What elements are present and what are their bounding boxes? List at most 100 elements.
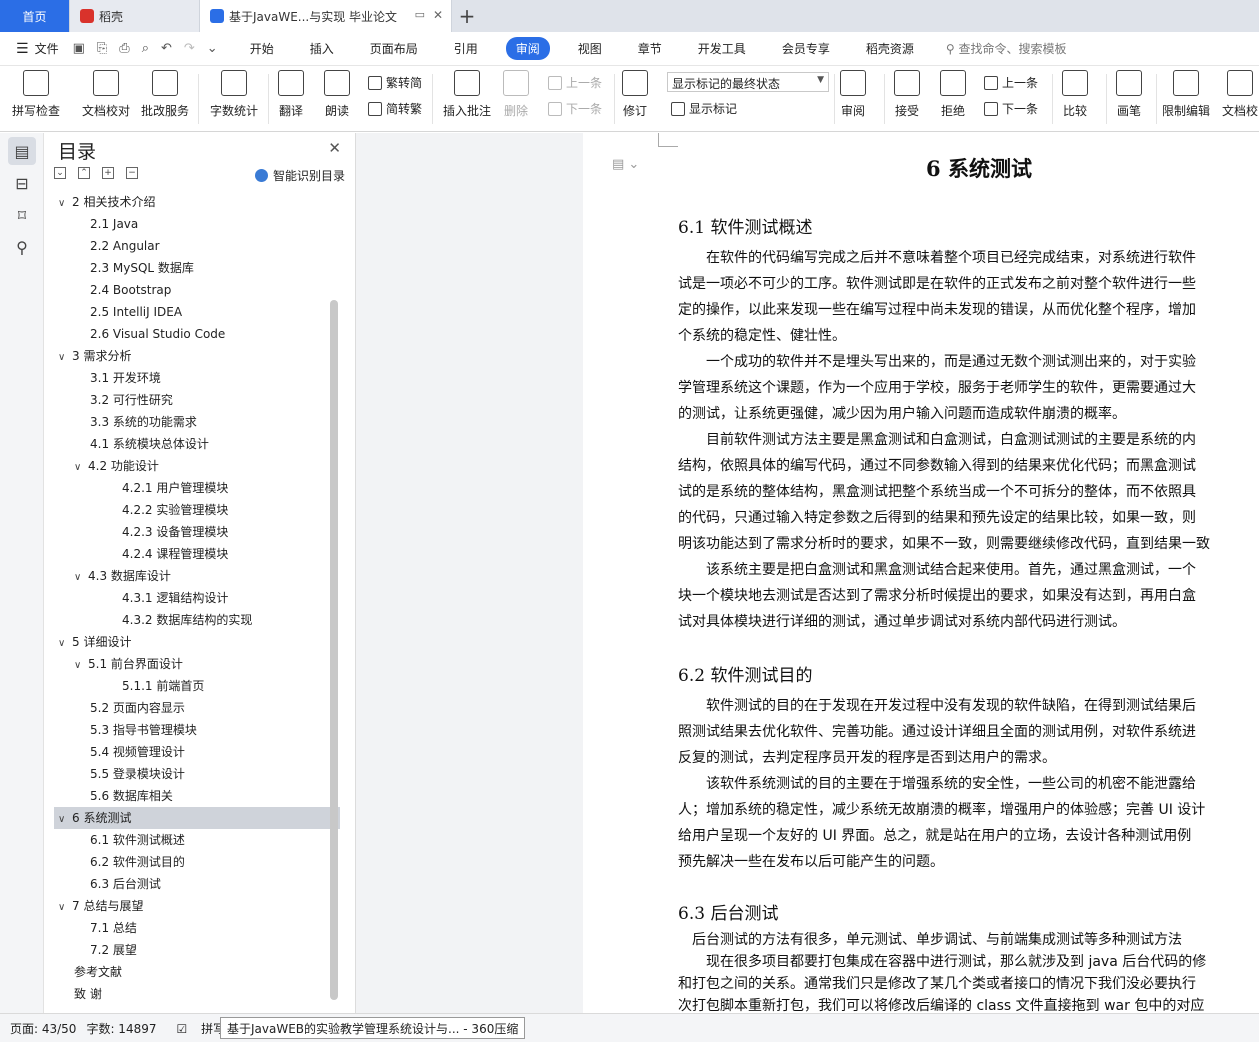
next-change-button[interactable]: 下一条 — [984, 100, 1038, 117]
toc-item[interactable]: 5.2 页面内容显示 — [54, 697, 340, 719]
toc-item[interactable]: 5.4 视频管理设计 — [54, 741, 340, 763]
toc-item[interactable]: 7.2 展望 — [54, 939, 340, 961]
chevron-down-icon[interactable]: ∨ — [74, 655, 88, 677]
menu-item[interactable]: 引用 — [436, 40, 496, 57]
undo-icon[interactable]: ↶ — [155, 41, 178, 56]
toc-item[interactable]: 5.6 数据库相关 — [54, 785, 340, 807]
toc-item[interactable]: 2.1 Java — [54, 213, 340, 235]
track-changes-button[interactable]: 修订 — [622, 70, 648, 119]
tab-daoke[interactable]: 稻壳 — [70, 0, 200, 32]
word-count-indicator[interactable]: 字数: 14897 — [86, 1020, 156, 1037]
toc-item[interactable]: 3.2 可行性研究 — [54, 389, 340, 411]
translate-button[interactable]: 翻译 — [278, 70, 304, 119]
toc-item[interactable]: ∨ 5 详细设计 — [54, 631, 340, 653]
toc-item[interactable]: 2.6 Visual Studio Code — [54, 323, 340, 345]
accept-button[interactable]: 接受 — [894, 70, 920, 119]
find-icon[interactable]: ⚲ — [8, 233, 36, 261]
menu-item[interactable]: 插入 — [292, 40, 352, 57]
toc-item[interactable]: 4.2.2 实验管理模块 — [54, 499, 340, 521]
export-icon[interactable]: ⎘ — [91, 41, 113, 56]
toc-item[interactable]: 致 谢 — [54, 983, 340, 1005]
toc-item[interactable]: 4.3.1 逻辑结构设计 — [54, 587, 340, 609]
chevron-down-icon[interactable]: ∨ — [58, 193, 72, 215]
show-marks-button[interactable]: 显示标记 — [671, 100, 737, 117]
toc-item[interactable]: ∨ 4.2 功能设计 — [54, 455, 340, 477]
remove-heading-icon[interactable]: − — [126, 167, 138, 179]
simp-to-trad-button[interactable]: 简转繁 — [368, 100, 422, 117]
toc-item[interactable]: ∨ 5.1 前台界面设计 — [54, 653, 340, 675]
menu-item[interactable]: 稻壳资源 — [848, 40, 932, 57]
toc-item[interactable]: 3.1 开发环境 — [54, 367, 340, 389]
menu-item[interactable]: 章节 — [620, 40, 680, 57]
toc-item[interactable]: 6.2 软件测试目的 — [54, 851, 340, 873]
toc-item[interactable]: ∨ 6 系统测试 — [54, 807, 340, 829]
redo-icon[interactable]: ↷ — [178, 41, 201, 56]
chevron-down-icon[interactable]: ∨ — [74, 567, 88, 589]
toc-item[interactable]: 5.5 登录模块设计 — [54, 763, 340, 785]
print-icon[interactable]: ⎙ — [113, 41, 135, 56]
toc-item[interactable]: 2.2 Angular — [54, 235, 340, 257]
next-comment-button[interactable]: 下一条 — [548, 100, 602, 117]
preview-icon[interactable]: ⌕ — [136, 41, 155, 56]
pen-button[interactable]: 画笔 — [1116, 70, 1142, 119]
compare-button[interactable]: 比较 — [1062, 70, 1088, 119]
toc-item[interactable]: 2.3 MySQL 数据库 — [54, 257, 340, 279]
toc-item[interactable]: ∨ 3 需求分析 — [54, 345, 340, 367]
chapter-nav-icon[interactable]: ⊟ — [8, 169, 36, 197]
menu-item[interactable]: 审阅 — [505, 37, 550, 60]
monitor-icon[interactable]: ▭ — [415, 8, 425, 21]
toc-item[interactable]: 2.5 IntelliJ IDEA — [54, 301, 340, 323]
collapse-icon[interactable]: ⌄ — [54, 167, 66, 179]
menu-item[interactable]: 会员专享 — [764, 40, 848, 57]
bookmark-icon[interactable]: ⌑ — [8, 201, 36, 229]
word-count-button[interactable]: 字数统计 — [210, 70, 258, 119]
tab-home[interactable]: 首页 — [0, 0, 70, 32]
toc-item[interactable]: ∨ 4.3 数据库设计 — [54, 565, 340, 587]
menu-item[interactable]: 开发工具 — [680, 40, 764, 57]
menu-item[interactable]: 页面布局 — [352, 40, 436, 57]
toc-item[interactable]: 4.2.1 用户管理模块 — [54, 477, 340, 499]
file-menu[interactable]: ☰ 文件 — [0, 40, 67, 57]
read-aloud-button[interactable]: 朗读 — [324, 70, 350, 119]
toc-item[interactable]: ∨ 7 总结与展望 — [54, 895, 340, 917]
save-icon[interactable]: ▣ — [67, 41, 91, 56]
doc-proof-button[interactable]: 文档校对 — [82, 70, 130, 119]
document-page[interactable]: ▤ ⌄ 6 系统测试 6.1 软件测试概述 在软件的代码编写完成之后并不意味着整… — [584, 133, 1259, 1013]
new-tab-button[interactable]: + — [452, 0, 482, 32]
toc-item[interactable]: 7.1 总结 — [54, 917, 340, 939]
review-pane-button[interactable]: 审阅 — [840, 70, 866, 119]
chevron-down-icon[interactable]: ∨ — [58, 347, 72, 369]
toc-item[interactable]: 4.3.2 数据库结构的实现 — [54, 609, 340, 631]
close-icon[interactable]: ✕ — [328, 139, 341, 157]
toc-item[interactable]: ∨ 2 相关技术介绍 — [54, 191, 340, 213]
chevron-down-icon[interactable]: ∨ — [74, 457, 88, 479]
toc-item[interactable]: 6.1 软件测试概述 — [54, 829, 340, 851]
toc-item[interactable]: 4.2.4 课程管理模块 — [54, 543, 340, 565]
batch-service-button[interactable]: 批改服务 — [141, 70, 189, 119]
restrict-edit-button[interactable]: 限制编辑 — [1162, 70, 1210, 119]
add-heading-icon[interactable]: + — [102, 167, 114, 179]
delete-comment-button[interactable]: 删除 — [503, 70, 529, 119]
command-search[interactable]: ⚲ 查找命令、搜索模板 — [946, 40, 1067, 57]
smart-toc-button[interactable]: 智能识别目录 — [254, 167, 345, 184]
toc-item[interactable]: 6.3 后台测试 — [54, 873, 340, 895]
toc-item[interactable]: 5.3 指导书管理模块 — [54, 719, 340, 741]
toc-item[interactable]: 2.4 Bootstrap — [54, 279, 340, 301]
reject-button[interactable]: 拒绝 — [940, 70, 966, 119]
prev-change-button[interactable]: 上一条 — [984, 74, 1038, 91]
menu-item[interactable]: 开始 — [232, 40, 292, 57]
toc-item[interactable]: 4.2.3 设备管理模块 — [54, 521, 340, 543]
spell-check-button[interactable]: 拼写检查 — [12, 70, 60, 119]
toc-item[interactable]: 4.1 系统模块总体设计 — [54, 433, 340, 455]
trad-to-simp-button[interactable]: 繁转简 — [368, 74, 422, 91]
chevron-down-icon[interactable]: ⌄ — [201, 41, 224, 56]
expand-icon[interactable]: ⌃ — [78, 167, 90, 179]
menu-item[interactable]: 视图 — [560, 40, 620, 57]
toc-item[interactable]: 5.1.1 前端首页 — [54, 675, 340, 697]
display-mode-select[interactable]: 显示标记的最终状态 ▼ — [667, 72, 829, 92]
chevron-down-icon[interactable]: ∨ — [58, 809, 72, 831]
insert-comment-button[interactable]: 插入批注 — [443, 70, 491, 119]
chevron-down-icon[interactable]: ∨ — [58, 633, 72, 655]
chevron-down-icon[interactable]: ∨ — [58, 897, 72, 919]
tab-document[interactable]: 基于JavaWE...与实现 毕业论文 ▭ ✕ — [200, 0, 452, 32]
